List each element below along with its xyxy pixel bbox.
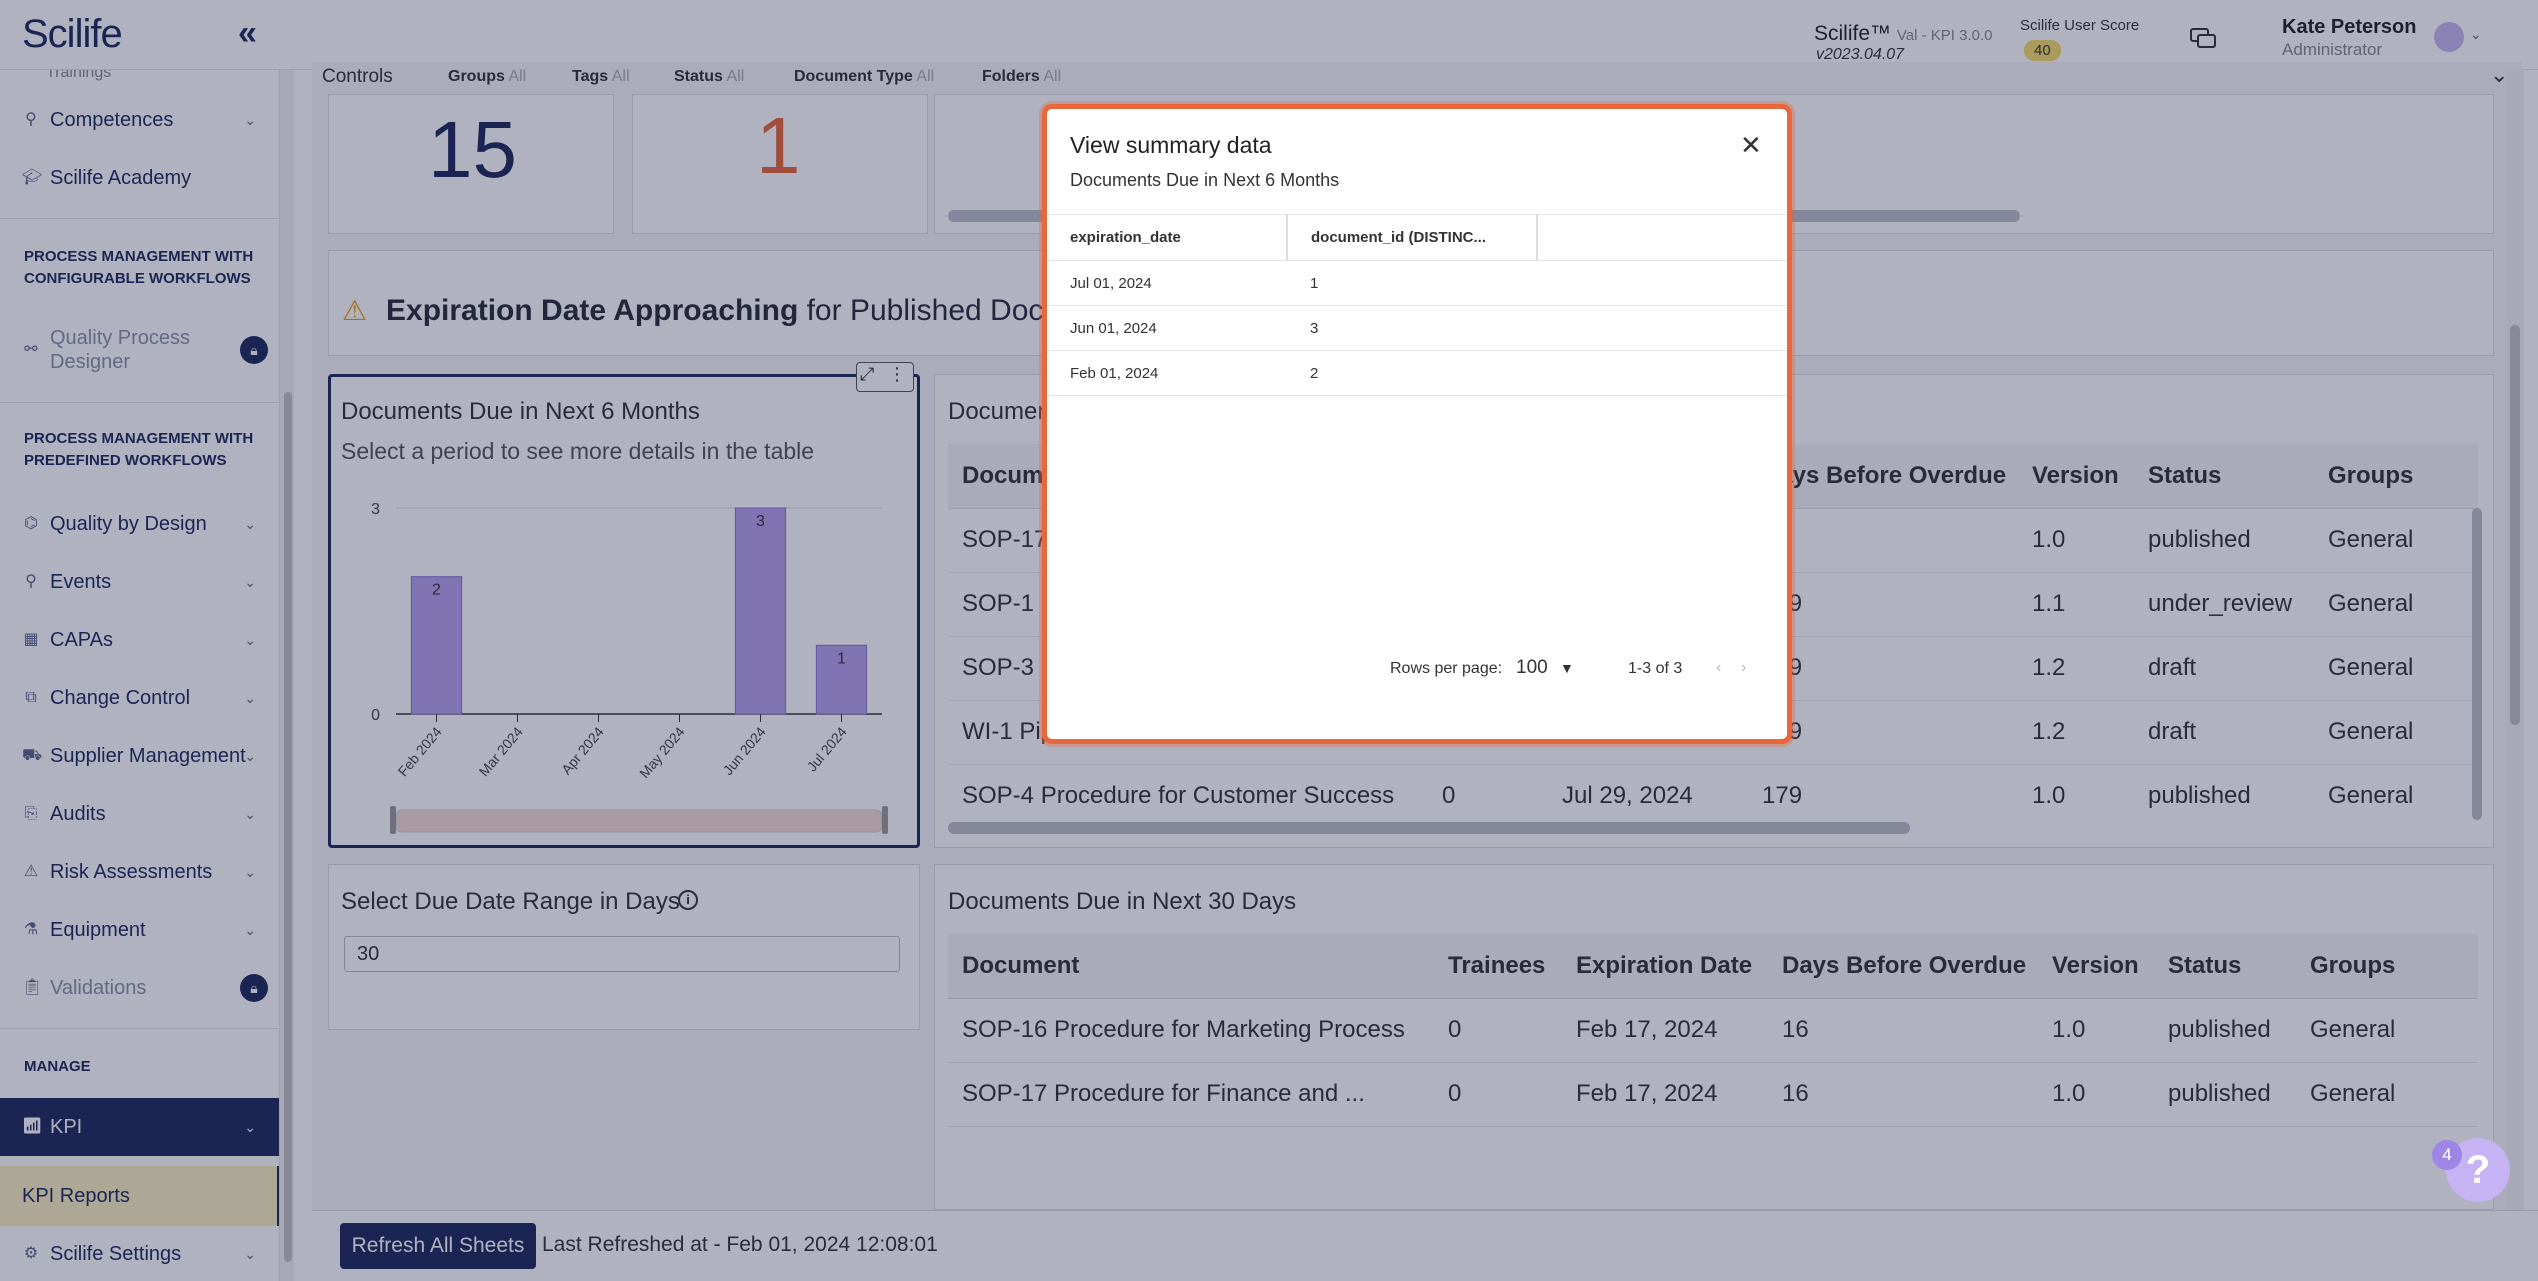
summary-cell: 1 (1287, 260, 1537, 306)
summary-cell: 2 (1287, 350, 1537, 396)
summary-cell: Feb 01, 2024 (1047, 350, 1287, 396)
summary-cell: 3 (1287, 305, 1537, 351)
summary-data-modal (1042, 104, 1792, 744)
summary-cell-empty (1537, 260, 1787, 306)
summary-cell-empty (1537, 350, 1787, 396)
modal-title: View summary data (1070, 132, 1272, 158)
help-badge: 4 (2432, 1140, 2462, 1170)
next-page-icon[interactable]: › (1741, 659, 1746, 677)
close-icon[interactable]: ✕ (1740, 130, 1762, 161)
dropdown-arrow-icon[interactable]: ▼ (1560, 660, 1574, 676)
column-header-empty (1537, 214, 1787, 261)
summary-cell: Jul 01, 2024 (1047, 260, 1287, 306)
summary-row[interactable]: Jul 01, 2024 1 (1047, 260, 1787, 306)
previous-page-icon[interactable]: ‹ (1716, 659, 1721, 677)
pagination-range: 1-3 of 3 (1628, 660, 1683, 677)
summary-table: expiration_date document_id (DISTINC... … (1047, 214, 1787, 396)
column-header-document-id[interactable]: document_id (DISTINC... (1287, 214, 1538, 261)
modal-subtitle: Documents Due in Next 6 Months (1070, 170, 1340, 190)
summary-cell-empty (1537, 305, 1787, 351)
summary-row[interactable]: Feb 01, 2024 2 (1047, 350, 1787, 396)
column-header-expiration-date[interactable]: expiration_date (1047, 214, 1288, 261)
summary-row[interactable]: Jun 01, 2024 3 (1047, 305, 1787, 351)
rows-per-page-select[interactable]: 100 (1516, 657, 1548, 679)
rows-per-page-label: Rows per page: (1390, 660, 1503, 677)
summary-cell: Jun 01, 2024 (1047, 305, 1287, 351)
summary-table-wrap: expiration_date document_id (DISTINC... … (1047, 214, 1787, 396)
